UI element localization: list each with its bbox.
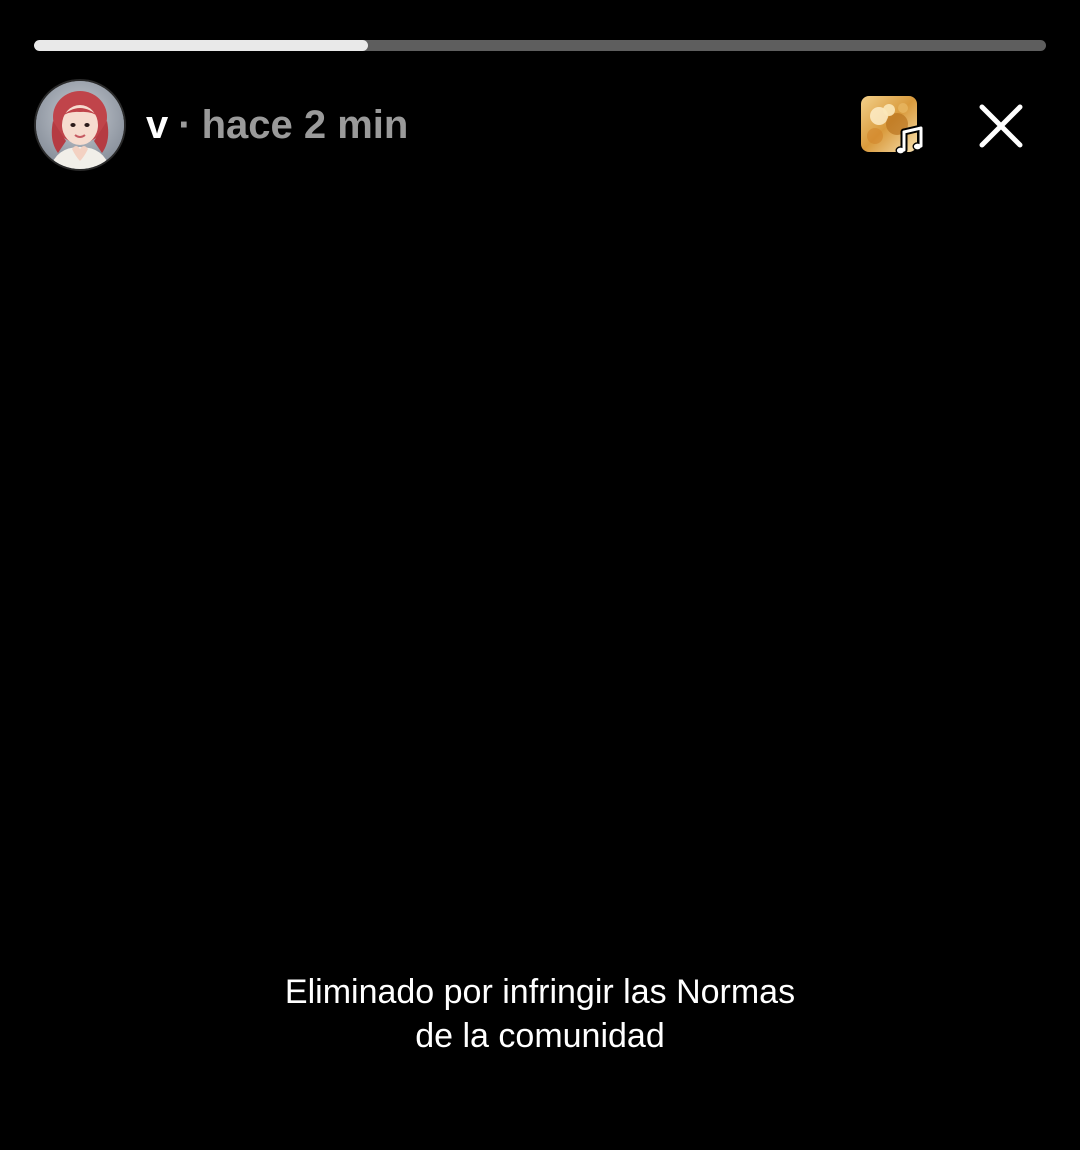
story-header: v · hace 2 min [34, 79, 1046, 171]
story-progress-bar [34, 40, 1046, 51]
music-sticker-button[interactable] [861, 96, 927, 158]
story-progress-fill [34, 40, 368, 51]
story-meta: v · hace 2 min [146, 101, 408, 149]
avatar-image [36, 81, 124, 169]
meta-separator: · [178, 103, 192, 147]
username[interactable]: v [146, 103, 168, 147]
music-note-icon [895, 124, 925, 155]
removal-notice-line-2: de la comunidad [415, 1017, 665, 1055]
close-button[interactable] [976, 101, 1026, 151]
removal-notice-line-1: Eliminado por infringir las Normas [284, 973, 796, 1011]
story-timestamp: hace 2 min [201, 103, 409, 147]
removal-notice: Eliminado por infringir las Normas de la… [140, 970, 940, 1058]
close-icon [979, 104, 1023, 148]
avatar[interactable] [34, 79, 126, 171]
story-viewer[interactable]: v · hace 2 min Eliminado por infringir l… [0, 0, 1080, 1150]
